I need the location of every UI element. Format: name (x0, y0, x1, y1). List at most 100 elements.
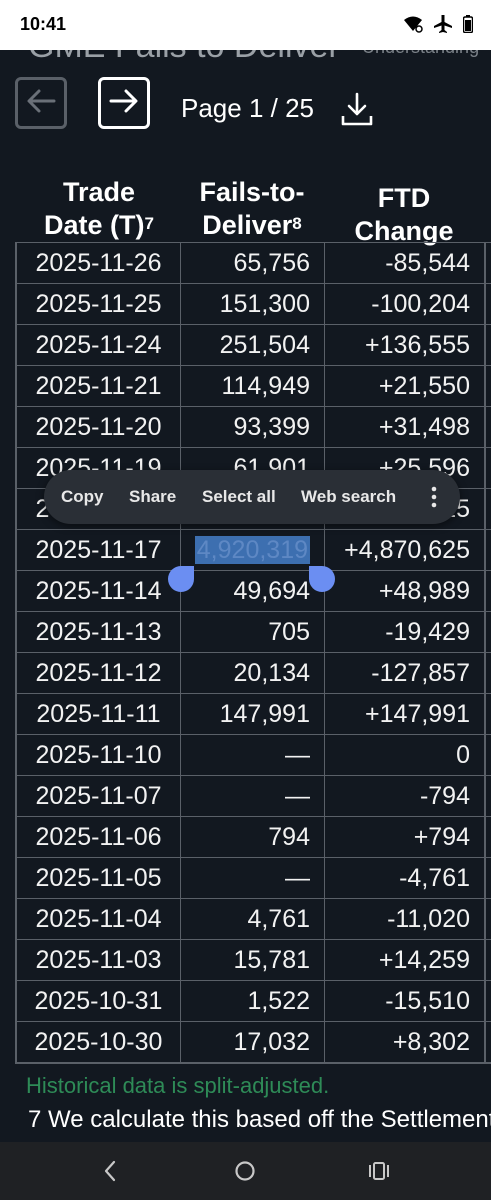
selection-handle-start[interactable] (168, 566, 194, 592)
ftd-change-cell: +147,991 (365, 700, 470, 728)
selection-handle-end[interactable] (309, 566, 335, 592)
column-header-trade-date[interactable]: Trade Date (T)7 (24, 176, 174, 242)
text-selection-menu: Copy Share Select all Web search (44, 470, 460, 524)
table-row: 2025-11-07— -794 (17, 775, 491, 816)
table-row: 2025-11-11 147,991 +147,991 (17, 693, 491, 734)
table-row: 2025-11-17 4,920,319 +4,870,625 (17, 529, 491, 570)
wifi-icon (403, 15, 423, 33)
fails-to-deliver-cell: 20,134 (181, 653, 325, 693)
table-row: 2025-11-10— 0 (17, 734, 491, 775)
trade-date-cell: 2025-11-25 (17, 284, 181, 324)
ftd-change-cell: +48,989 (378, 577, 470, 605)
ftd-change-cell: +21,550 (378, 372, 470, 400)
ftd-change-cell: +14,259 (378, 946, 470, 974)
status-bar: 10:41 (0, 0, 491, 50)
table-right-edge (484, 242, 491, 1064)
table-row: 2025-11-20 93,399 +31,498 (17, 406, 491, 447)
more-vert-icon[interactable] (429, 486, 439, 513)
table-row: 2025-10-31 1,522 -15,510 (17, 980, 491, 1021)
fails-to-deliver-cell: 49,694 (181, 571, 325, 611)
fails-to-deliver-cell: 251,504 (181, 325, 325, 365)
share-button[interactable]: Share (129, 487, 176, 507)
status-time: 10:41 (20, 14, 67, 34)
fails-to-deliver-cell: 93,399 (181, 407, 325, 447)
page-indicator: Page 1 / 25 (181, 93, 314, 123)
trade-date-cell: 2025-10-31 (17, 981, 181, 1021)
arrow-right-icon (109, 88, 139, 119)
trade-date-cell: 2025-11-07 (17, 776, 181, 816)
previous-page-button[interactable] (15, 77, 67, 129)
ftd-change-cell: -19,429 (385, 618, 470, 646)
system-navigation-bar (0, 1142, 491, 1200)
ftd-change-cell: -85,544 (385, 249, 470, 277)
table-row: 2025-11-03 15,781 +14,259 (17, 939, 491, 980)
trade-date-cell: 2025-11-24 (17, 325, 181, 365)
footnote-7: 7 We calculate this based off the Settle… (28, 1106, 491, 1133)
table-row: 2025-11-21 114,949 +21,550 (17, 365, 491, 406)
table-row: 2025-11-14 49,694 +48,989 (17, 570, 491, 611)
trade-date-cell: 2025-11-12 (17, 653, 181, 693)
fails-to-deliver-cell: 114,949 (181, 366, 325, 406)
fails-to-deliver-cell: — (181, 776, 325, 816)
table-row: 2025-10-30 17,032 +8,302 (17, 1021, 491, 1064)
recent-apps-icon[interactable] (368, 1160, 390, 1187)
ftd-change-cell: +4,870,625 (344, 536, 470, 564)
table-row: 2025-11-26 65,756 -85,544 (17, 242, 491, 283)
ftd-change-cell: +136,555 (365, 331, 470, 359)
web-search-button[interactable]: Web search (301, 487, 396, 507)
trade-date-cell: 2025-11-10 (17, 735, 181, 775)
fails-to-deliver-cell: — (181, 735, 325, 775)
trade-date-cell: 2025-11-17 (17, 530, 181, 570)
split-adjusted-note: Historical data is split-adjusted. (26, 1073, 330, 1098)
fails-to-deliver-cell: 794 (181, 817, 325, 857)
ftd-change-cell: -794 (419, 782, 470, 810)
fails-to-deliver-cell: 15,781 (181, 940, 325, 980)
fails-to-deliver-cell: 705 (181, 612, 325, 652)
trade-date-cell: 2025-11-05 (17, 858, 181, 898)
ftd-change-cell: 0 (456, 741, 470, 769)
table-row: 2025-11-24 251,504 +136,555 (17, 324, 491, 365)
column-header-fails-to-deliver[interactable]: Fails-to- Deliver8 (180, 176, 324, 242)
footnote-ref-7[interactable]: 7 (145, 214, 154, 233)
table-row: 2025-11-04 4,761 -11,020 (17, 898, 491, 939)
back-icon[interactable] (102, 1160, 118, 1187)
next-page-button[interactable] (98, 77, 150, 129)
trade-date-cell: 2025-11-13 (17, 612, 181, 652)
ftd-table: 2025-11-26 65,756 -85,544 2025-11-25 151,300… (15, 242, 491, 1064)
table-row: 2025-11-12 20,134 -127,857 (17, 652, 491, 693)
selected-text[interactable]: 4,920,319 (194, 536, 310, 564)
fails-to-deliver-cell: 151,300 (181, 284, 325, 324)
trade-date-cell: 2025-11-14 (17, 571, 181, 611)
home-icon[interactable] (234, 1160, 256, 1187)
fails-to-deliver-cell: 4,920,319 (181, 530, 325, 570)
ftd-change-cell: -4,761 (399, 864, 470, 892)
trade-date-cell: 2025-11-11 (17, 694, 181, 734)
trade-date-cell: 2025-11-26 (17, 243, 181, 283)
table-row: 2025-11-05— -4,761 (17, 857, 491, 898)
trade-date-cell: 2025-10-30 (17, 1022, 181, 1062)
trade-date-cell: 2025-11-06 (17, 817, 181, 857)
download-button[interactable] (340, 92, 374, 133)
table-row: 2025-11-06 794 +794 (17, 816, 491, 857)
fails-to-deliver-cell: 147,991 (181, 694, 325, 734)
column-header-ftd-change[interactable]: FTD Change (324, 182, 484, 248)
trade-date-cell: 2025-11-03 (17, 940, 181, 980)
ftd-change-cell: +31,498 (378, 413, 470, 441)
fails-to-deliver-cell: 17,032 (181, 1022, 325, 1062)
fails-to-deliver-cell: 4,761 (181, 899, 325, 939)
table-row: 2025-11-25 151,300 -100,204 (17, 283, 491, 324)
fails-to-deliver-cell: 1,522 (181, 981, 325, 1021)
fails-to-deliver-cell: — (181, 858, 325, 898)
trade-date-cell: 2025-11-20 (17, 407, 181, 447)
download-icon (340, 92, 374, 132)
ftd-change-cell: +794 (413, 823, 470, 851)
footnote-ref-8[interactable]: 8 (292, 214, 301, 233)
select-all-button[interactable]: Select all (202, 487, 276, 507)
ftd-change-cell: -11,020 (387, 905, 470, 933)
trade-date-cell: 2025-11-04 (17, 899, 181, 939)
airplane-mode-icon (433, 14, 453, 34)
ftd-change-cell: -100,204 (371, 290, 470, 318)
copy-button[interactable]: Copy (61, 487, 104, 507)
ftd-change-cell: -127,857 (371, 659, 470, 687)
status-icons (403, 14, 473, 34)
